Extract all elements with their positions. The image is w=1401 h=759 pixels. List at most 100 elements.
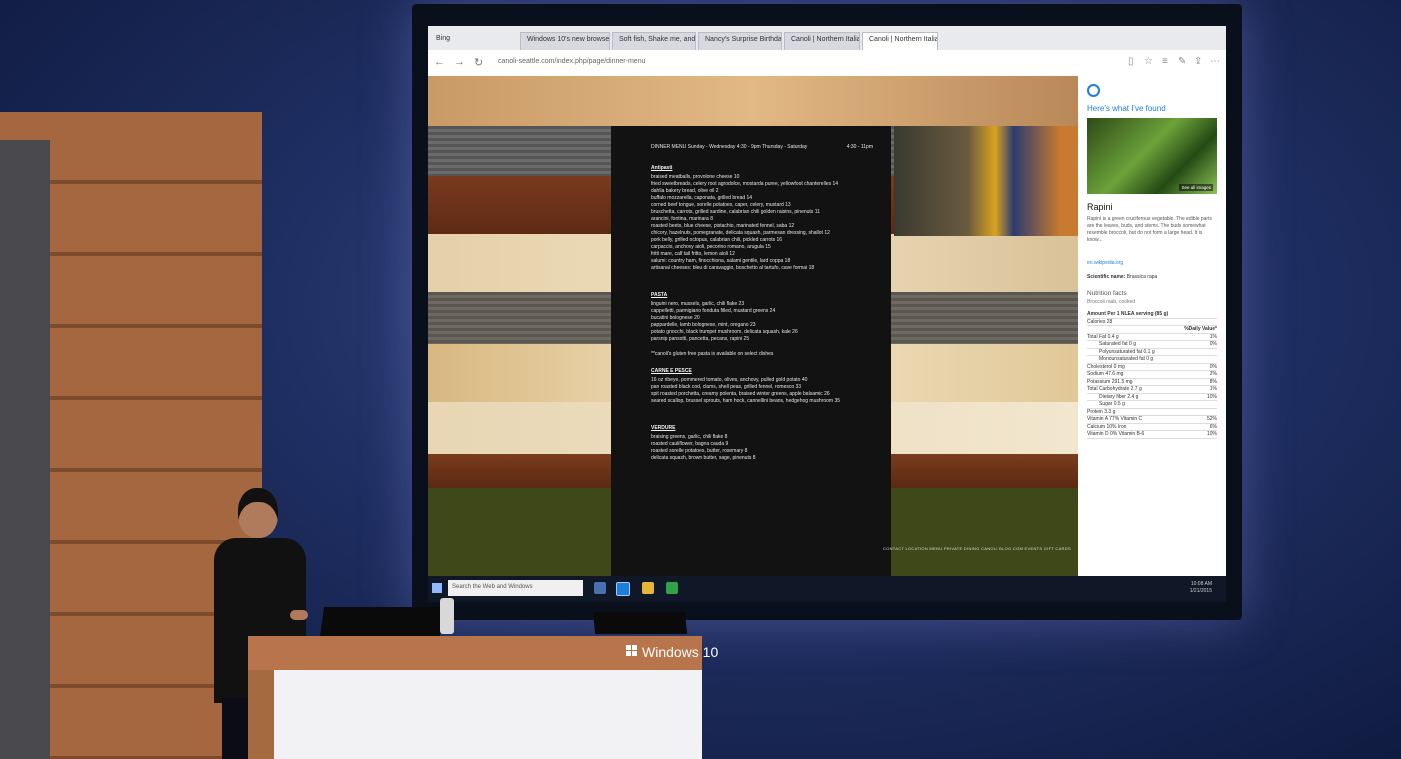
nutrient-value: 1% [1209, 386, 1217, 392]
food-photo-strip [894, 126, 1078, 236]
menu-item: salumi: country ham, finocchiona, salami… [651, 258, 791, 264]
back-icon[interactable]: ← [434, 56, 445, 68]
menu-item: roasted beets, blue cheese, pistachio, m… [651, 223, 795, 229]
nutrient-label: Cholesterol 0 mg [1087, 363, 1125, 370]
edge-browser-icon[interactable] [616, 582, 630, 596]
refresh-icon[interactable]: ↻ [474, 56, 483, 69]
store-icon[interactable] [666, 582, 678, 594]
menu-item: chicory, hazelnuts, pomegranate, delicat… [651, 230, 830, 236]
nutrient-label: Protein 3.3 g [1087, 408, 1116, 415]
tab-canoli-active[interactable]: Canoli | Northern Italian [862, 32, 938, 50]
nutrition-row: Calcium 10% Iron 6% [1087, 423, 1217, 431]
nutrient-label: Monounsaturated fat 0 g [1099, 356, 1154, 362]
favorite-star-icon[interactable]: ☆ [1144, 56, 1153, 67]
menu-item: bruschetta, carrots, grilled sardine, ca… [651, 209, 820, 215]
menu-item: fritti mare, calf tail fritto, lemon aio… [651, 251, 735, 257]
menu-hours-left: DINNER MENU Sunday - Wednesday 4:30 - 9p… [651, 144, 808, 150]
start-button-icon[interactable] [432, 583, 442, 593]
tab-canoli-1[interactable]: Canoli | Northern Italian | Se... [784, 32, 860, 50]
menu-section-title: PASTA [651, 292, 668, 298]
nutrient-value: 6% [1209, 423, 1217, 430]
menu-item: delicata squash, brown butter, sage, pin… [651, 455, 756, 461]
nutrition-row: Sugar 0.5 g [1087, 401, 1217, 409]
menu-section-title: VERDURE [651, 425, 676, 431]
nutrition-row: Dietary fiber 2.4 g 10% [1087, 393, 1217, 401]
cortana-icon [1087, 84, 1100, 97]
grey-wall-column [0, 140, 50, 759]
wood-plank [428, 76, 1078, 126]
menu-item: seared scallop, brussel sprouts, ham hoc… [651, 398, 840, 404]
menu-item: pan roasted black cod, clams, shell peas… [651, 384, 802, 390]
calories-row: Calories 28 [1087, 318, 1217, 326]
see-all-images-link[interactable]: See all images [1179, 184, 1213, 191]
forward-icon[interactable]: → [454, 56, 465, 68]
hub-icon[interactable]: ≡ [1162, 56, 1168, 67]
nutrient-label: Sugar 0.5 g [1099, 401, 1125, 407]
tab-bing[interactable]: Bing [430, 32, 518, 50]
restaurant-webpage: DINNER MENU Sunday - Wednesday 4:30 - 9p… [428, 76, 1078, 576]
nutrition-row: Vitamin A 77% Vitamin C 52% [1087, 416, 1217, 424]
source-link[interactable]: en.wikipedia.org [1087, 260, 1123, 266]
nutrient-value: 10% [1206, 393, 1217, 400]
menu-item: dahlia bakery bread, olive oil 2 [651, 188, 719, 194]
dinner-menu-panel: DINNER MENU Sunday - Wednesday 4:30 - 9p… [611, 126, 891, 576]
more-icon[interactable]: ⋯ [1210, 56, 1220, 67]
nutrition-row: Potassium 291.5 mg 8% [1087, 378, 1217, 386]
daily-value-label: %Daily Value* [1184, 326, 1217, 332]
file-explorer-icon[interactable] [642, 582, 654, 594]
menu-item: arancini, fontina, marinara 8 [651, 216, 713, 222]
menu-item: braising greens, garlic, chili flake 8 [651, 434, 728, 440]
site-footer-links[interactable]: CONTACT LOCATION MENU PRIVATE DINING CAN… [883, 546, 1071, 551]
nutrient-label: Saturated fat 0 g [1099, 341, 1136, 347]
menu-item: roasted sorelle potatoes, butter, rosema… [651, 448, 748, 454]
nutrition-row: Monounsaturated fat 0 g [1087, 356, 1217, 364]
menu-item: potato gnocchi, black trumpet mushroom, … [651, 329, 798, 335]
nutrient-label: Total Fat 0.4 g [1087, 333, 1119, 340]
nutrient-label: Potassium 291.5 mg [1087, 378, 1133, 385]
nutrient-label: Sodium 47.6 mg [1087, 371, 1124, 377]
menu-item: spit roasted porchetta, creamy polenta, … [651, 391, 830, 397]
result-description: Rapini is a green cruciferous vegetable.… [1087, 216, 1212, 243]
podium-side [248, 670, 274, 759]
tab-birthday[interactable]: Nancy's Surprise Birthday Pa... [698, 32, 782, 50]
menu-item: 16 oz ribeye, pommered tomato, olives, a… [651, 377, 808, 383]
nutrition-row: Saturated fat 0 g 0% [1087, 341, 1217, 349]
menu-hours-right: 4:30 - 11pm [846, 144, 873, 150]
share-icon[interactable]: ⇪ [1194, 56, 1202, 67]
nutrient-value: 1% [1209, 333, 1217, 340]
nutrition-header[interactable]: Nutrition facts [1087, 290, 1217, 297]
nutrient-value: 2% [1209, 371, 1217, 377]
desktop-screen: Bing Windows 10's new browser is... Soft… [428, 26, 1226, 602]
menu-item: artisanal cheeses: bleu di caravaggio, b… [651, 265, 815, 271]
menu-item-selected-rapini[interactable]: parsnip pansotti, pancetta, pecans, rapi… [651, 336, 891, 343]
menu-item: fried sweetbreads, celery root agrodolce… [651, 181, 839, 187]
web-note-icon[interactable]: ✎ [1178, 56, 1186, 67]
amount-per-label: Amount Per 1 NLEA serving (85 g) [1087, 311, 1169, 317]
nutrient-value: 0% [1209, 363, 1217, 370]
calories-label: Calories 28 [1087, 318, 1113, 325]
url-field[interactable]: canoli-seattle.com/index.php/page/dinner… [498, 58, 645, 65]
nutrition-facts: Nutrition facts Broccoli raab, cooked Am… [1087, 290, 1217, 439]
tab-windows-browser[interactable]: Windows 10's new browser is... [520, 32, 610, 50]
address-bar: ← → ↻ canoli-seattle.com/index.php/page/… [428, 50, 1226, 77]
nutrient-label: Vitamin A 77% Vitamin C [1087, 416, 1143, 422]
cortana-panel: Here's what I've found See all images Ra… [1078, 76, 1226, 576]
gluten-free-note: **canoli's gluten free pasta is availabl… [651, 351, 774, 357]
clock-time: 10:08 AM [1190, 581, 1212, 587]
tab-soft-fish[interactable]: Soft fish, Shake me, and see... [612, 32, 696, 50]
nutrition-serving-select[interactable]: Broccoli raab, cooked [1087, 299, 1217, 305]
taskbar-search-box[interactable]: Search the Web and Windows [448, 580, 583, 596]
presenter-laptop [319, 607, 445, 637]
reading-view-icon[interactable]: ▯ [1128, 56, 1134, 67]
nutrition-row: Sodium 47.6 mg 2% [1087, 371, 1217, 379]
scientific-name-value: Brassica rapa [1126, 274, 1158, 280]
task-view-icon[interactable] [594, 582, 606, 594]
menu-item: cappelletti, parmigiano fonduta filled, … [651, 308, 776, 314]
menu-item: buffalo mozzarella, caponata, grilled br… [651, 195, 753, 201]
system-clock[interactable]: 10:08 AM 1/21/2015 [1190, 581, 1212, 595]
amount-per-row[interactable]: Amount Per 1 NLEA serving (85 g) [1087, 311, 1217, 319]
presenter-hand [290, 610, 308, 620]
nutrition-row: Total Carbohydrate 2.7 g 1% [1087, 386, 1217, 394]
rapini-photo[interactable]: See all images [1087, 118, 1217, 194]
nutrient-label: Total Carbohydrate 2.7 g [1087, 386, 1142, 392]
